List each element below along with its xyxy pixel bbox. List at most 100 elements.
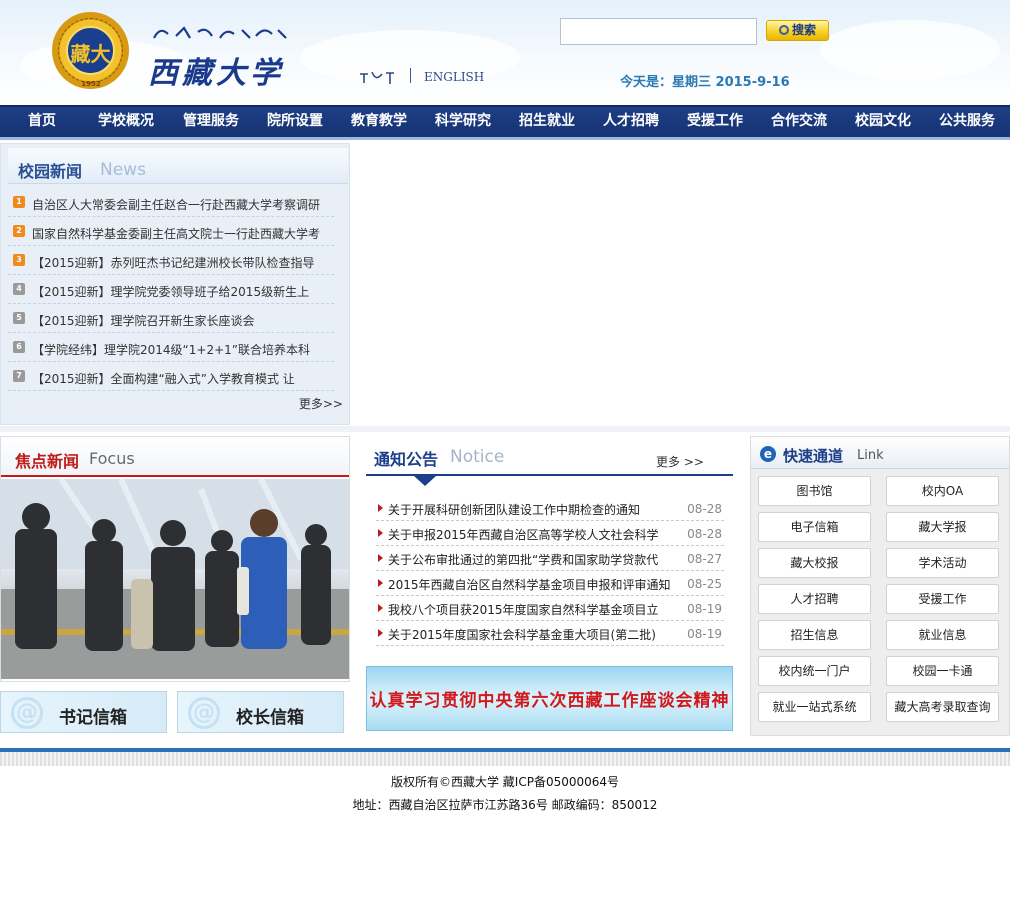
school-name-calligraphy[interactable]: 西藏大学: [148, 48, 284, 92]
notice-title: 通知公告: [374, 450, 439, 469]
quick-link-button[interactable]: 电子信箱: [758, 512, 871, 542]
news-list-item[interactable]: 7 【2015迎新】全面构建“融入式”入学教育模式 让: [8, 362, 334, 391]
campus-news-title: 校园新闻: [18, 162, 83, 181]
english-language-link[interactable]: ENGLISH: [424, 70, 484, 84]
news-list-item[interactable]: 3 【2015迎新】赤列旺杰书记纪建洲校长带队检查指导: [8, 246, 334, 275]
quick-link-button[interactable]: 图书馆: [758, 476, 871, 506]
quick-links-title: 快速通道: [783, 447, 844, 465]
news-title-link[interactable]: 【2015迎新】理学院召开新生家长座谈会: [32, 312, 255, 329]
quick-link-button[interactable]: 招生信息: [758, 620, 871, 650]
quick-link-button[interactable]: 人才招聘: [758, 584, 871, 614]
quick-link-button[interactable]: 就业信息: [886, 620, 999, 650]
notice-title-link[interactable]: 2015年西藏自治区自然科学基金项目申报和评审通知: [388, 576, 678, 593]
news-title-link[interactable]: 【2015迎新】赤列旺杰书记纪建洲校长带队检查指导: [32, 254, 315, 271]
nav-item-management[interactable]: 管理服务: [169, 107, 253, 137]
campus-news-more-link[interactable]: 更多>>: [299, 395, 343, 412]
search-icon: [778, 25, 789, 35]
notice-list-item[interactable]: 我校八个项目获2015年度国家自然科学基金项目立 08-19: [376, 596, 724, 621]
nav-item-campus-culture[interactable]: 校园文化: [841, 107, 925, 137]
notice-list-item[interactable]: 关于申报2015年西藏自治区高等学校人文社会科学 08-28: [376, 521, 724, 546]
news-title-link[interactable]: 【2015迎新】全面构建“融入式”入学教育模式 让: [32, 370, 295, 387]
news-list-item[interactable]: 4 【2015迎新】理学院党委领导班子给2015级新生上: [8, 275, 334, 304]
notice-title-link[interactable]: 我校八个项目获2015年度国家自然科学基金项目立: [388, 601, 678, 618]
tibetan-script-title-icon: [153, 26, 287, 39]
nav-item-overview[interactable]: 学校概况: [83, 107, 169, 137]
notice-list-item[interactable]: 关于2015年度国家社会科学基金重大项目(第二批) 08-19: [376, 621, 724, 646]
news-title-link[interactable]: 【学院经纬】理学院2014级“1+2+1”联合培养本科: [32, 341, 310, 358]
quick-link-button[interactable]: 受援工作: [886, 584, 999, 614]
group-photo-image: [1, 479, 349, 679]
at-sign-icon: @: [188, 697, 220, 729]
quick-link-button[interactable]: 藏大高考录取查询: [886, 692, 999, 722]
banner-area: [350, 143, 1010, 425]
nav-item-research[interactable]: 科学研究: [421, 107, 505, 137]
university-seal-logo[interactable]: 藏大 1952: [52, 12, 129, 89]
quick-link-button[interactable]: 学术活动: [886, 548, 999, 578]
notice-list-item[interactable]: 关于公布审批通过的第四批“学费和国家助学贷款代 08-27: [376, 546, 724, 571]
rank-number-icon: 6: [13, 341, 25, 353]
tibetan-language-link-icon[interactable]: [358, 68, 398, 86]
notice-list-item[interactable]: 2015年西藏自治区自然科学基金项目申报和评审通知 08-25: [376, 571, 724, 596]
nav-item-cooperation[interactable]: 合作交流: [757, 107, 841, 137]
quick-link-button[interactable]: 藏大校报: [758, 548, 871, 578]
nav-item-recruitment[interactable]: 人才招聘: [589, 107, 673, 137]
quick-links-header: e 快速通道 Link: [751, 437, 1009, 469]
triangle-bullet-icon: [378, 529, 383, 537]
triangle-bullet-icon: [378, 504, 383, 512]
mailbox-label: 书记信箱: [59, 708, 127, 728]
mailbox-label: 校长信箱: [236, 708, 304, 728]
rank-number-icon: 3: [13, 254, 25, 266]
ie-browser-icon: e: [760, 446, 776, 462]
notice-title-link[interactable]: 关于申报2015年西藏自治区高等学校人文社会科学: [388, 526, 678, 543]
search-input[interactable]: [560, 18, 757, 45]
notice-date: 08-28: [687, 527, 722, 541]
quick-link-button[interactable]: 校内统一门户: [758, 656, 871, 686]
notice-more-link[interactable]: 更多 >>: [656, 453, 704, 470]
notice-date: 08-19: [687, 627, 722, 641]
section-divider: [0, 426, 1010, 432]
nav-item-public-service[interactable]: 公共服务: [925, 107, 1009, 137]
site-header: 藏大 1952 西藏大学 ENGLISH 搜索 今天是：星期三 2015-9-1…: [0, 0, 1010, 105]
seal-center: 藏大: [66, 26, 115, 75]
notice-title-link[interactable]: 关于2015年度国家社会科学基金重大项目(第二批): [388, 626, 678, 643]
president-mailbox-button[interactable]: @ 校长信箱: [177, 691, 344, 733]
notice-date: 08-27: [687, 552, 722, 566]
focus-news-panel: 焦点新闻 Focus: [0, 436, 350, 682]
focus-news-photo[interactable]: [1, 479, 349, 679]
slogan-text: 认真学习贯彻中央第六次西藏工作座谈会精神: [369, 691, 730, 711]
footer-address: 地址：西藏自治区拉萨市江苏路36号 邮政编码：850012: [352, 798, 658, 812]
notice-list: 关于开展科研创新团队建设工作中期检查的通知 08-28 关于申报2015年西藏自治区…: [376, 496, 724, 646]
quick-link-button[interactable]: 校内OA: [886, 476, 999, 506]
party-secretary-mailbox-button[interactable]: @ 书记信箱: [0, 691, 167, 733]
news-list-item[interactable]: 1 自治区人大常委会副主任赵合一行赴西藏大学考察调研: [8, 188, 334, 217]
news-list-item[interactable]: 2 国家自然科学基金委副主任高文院士一行赴西藏大学考: [8, 217, 334, 246]
news-title-link[interactable]: 国家自然科学基金委副主任高文院士一行赴西藏大学考: [32, 225, 320, 242]
nav-item-admissions[interactable]: 招生就业: [505, 107, 589, 137]
nav-item-aid-work[interactable]: 受援工作: [673, 107, 757, 137]
news-title-link[interactable]: 【2015迎新】理学院党委领导班子给2015级新生上: [32, 283, 309, 300]
campus-news-header: 校园新闻 News: [8, 148, 348, 184]
quick-link-button[interactable]: 藏大学报: [886, 512, 999, 542]
focus-news-header: 焦点新闻 Focus: [1, 437, 349, 477]
quick-link-button[interactable]: 就业一站式系统: [758, 692, 871, 722]
seal-character: 藏大: [70, 42, 111, 66]
nav-item-colleges[interactable]: 院所设置: [253, 107, 337, 137]
news-list-item[interactable]: 5 【2015迎新】理学院召开新生家长座谈会: [8, 304, 334, 333]
focus-news-title: 焦点新闻: [15, 452, 80, 471]
slogan-banner[interactable]: 认真学习贯彻中央第六次西藏工作座谈会精神: [366, 666, 733, 731]
notice-title-en: Notice: [450, 447, 505, 467]
notice-title-link[interactable]: 关于开展科研创新团队建设工作中期检查的通知: [388, 501, 678, 518]
campus-news-title-en: News: [100, 160, 146, 180]
notice-title-link[interactable]: 关于公布审批通过的第四批“学费和国家助学贷款代: [388, 551, 678, 568]
news-title-link[interactable]: 自治区人大常委会副主任赵合一行赴西藏大学考察调研: [32, 196, 320, 213]
nav-item-home[interactable]: 首页: [1, 107, 83, 137]
notice-date: 08-28: [687, 502, 722, 516]
rank-number-icon: 1: [13, 196, 25, 208]
rank-number-icon: 4: [13, 283, 25, 295]
language-separator: [410, 68, 411, 83]
news-list-item[interactable]: 6 【学院经纬】理学院2014级“1+2+1”联合培养本科: [8, 333, 334, 362]
notice-list-item[interactable]: 关于开展科研创新团队建设工作中期检查的通知 08-28: [376, 496, 724, 521]
search-button[interactable]: 搜索: [766, 20, 829, 41]
nav-item-education[interactable]: 教育教学: [337, 107, 421, 137]
quick-link-button[interactable]: 校园一卡通: [886, 656, 999, 686]
